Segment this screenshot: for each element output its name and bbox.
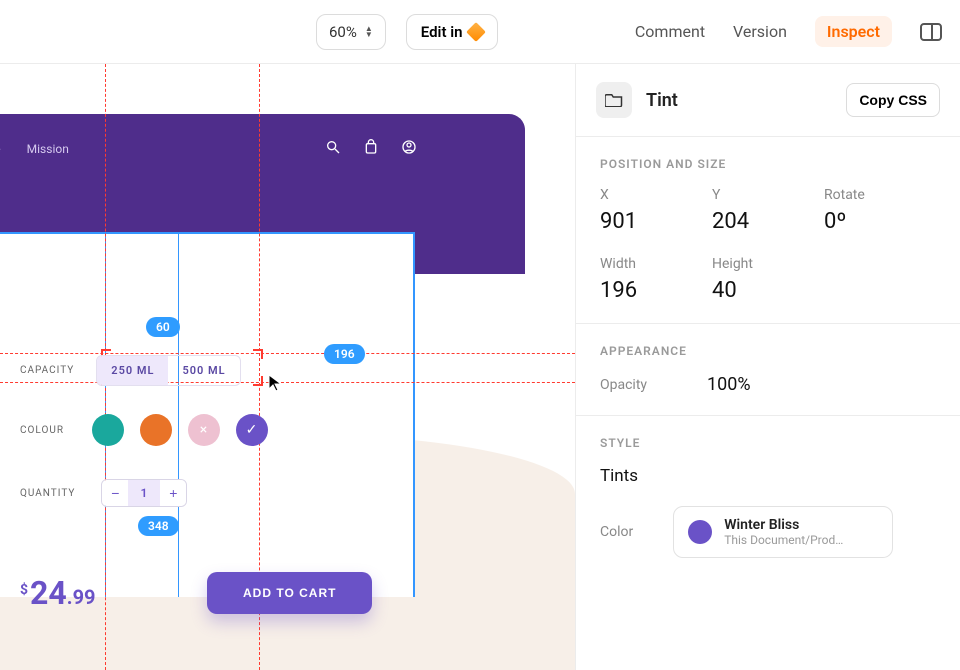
search-icon[interactable] — [325, 139, 341, 155]
measure-badge-top: 60 — [146, 317, 180, 337]
colour-swatch[interactable] — [92, 414, 124, 446]
colour-swatch[interactable] — [140, 414, 172, 446]
color-chip[interactable]: Winter Bliss This Document/Prod… — [673, 506, 893, 558]
opacity-row: Opacity 100% — [600, 374, 936, 395]
prop-width: Width196 — [600, 256, 712, 303]
chip-sub: This Document/Prod… — [724, 533, 843, 547]
tab-comment[interactable]: Comment — [635, 22, 705, 41]
selection-corner — [253, 349, 263, 359]
app-body: rate Mission 60 196 348 CAPACITY 250 ML — [0, 64, 960, 670]
selection-corner — [253, 376, 263, 386]
qty-minus-button[interactable]: − — [102, 480, 128, 506]
hero-nav: rate Mission — [0, 142, 69, 156]
bag-icon[interactable] — [363, 139, 379, 155]
quantity-stepper[interactable]: − 1 + — [101, 479, 187, 507]
capacity-label: CAPACITY — [20, 365, 74, 376]
prop-height: Height40 — [712, 256, 824, 303]
qty-plus-button[interactable]: + — [160, 480, 186, 506]
zoom-control[interactable]: 60% ▲▼ — [316, 14, 386, 50]
measure-badge-bottom: 348 — [138, 516, 179, 536]
edit-label: Edit in — [421, 23, 463, 41]
chip-text: Winter Bliss This Document/Prod… — [724, 517, 843, 547]
add-to-cart-button[interactable]: ADD TO CART — [207, 572, 372, 614]
position-grid: X901 Y204 Rotate0º Width196 Height40 — [600, 187, 936, 303]
copy-css-button[interactable]: Copy CSS — [846, 83, 940, 117]
prop-y: Y204 — [712, 187, 824, 234]
section-title: POSITION AND SIZE — [600, 157, 936, 171]
dual-pane-icon[interactable] — [920, 23, 942, 41]
inspector-header: Tint Copy CSS — [576, 64, 960, 137]
colour-swatch[interactable]: × — [188, 414, 220, 446]
color-dot — [688, 520, 712, 544]
colour-swatches: × ✓ — [92, 414, 268, 446]
prop-x: X901 — [600, 187, 712, 234]
folder-icon — [596, 82, 632, 118]
tab-version[interactable]: Version — [733, 22, 787, 41]
tab-inspect[interactable]: Inspect — [815, 16, 892, 47]
color-label: Color — [600, 524, 633, 540]
quantity-label: QUANTITY — [20, 488, 75, 499]
hero-icons — [325, 139, 417, 155]
measure-badge-width: 196 — [324, 344, 365, 364]
price-currency: $ — [20, 582, 28, 598]
opacity-label: Opacity — [600, 377, 647, 393]
user-icon[interactable] — [401, 139, 417, 155]
nav-item[interactable]: Mission — [27, 142, 69, 156]
capacity-segmented[interactable]: 250 ML 500 ML — [96, 355, 240, 386]
capacity-option[interactable]: 500 ML — [168, 356, 239, 385]
section-title: STYLE — [600, 436, 936, 450]
asset-name: Tint — [646, 90, 678, 111]
color-row: Color Winter Bliss This Document/Prod… — [600, 506, 936, 558]
colour-label: COLOUR — [20, 425, 64, 436]
zoom-value: 60% — [329, 23, 357, 41]
capacity-row: CAPACITY 250 ML 500 ML — [20, 355, 241, 386]
guide-h — [0, 353, 575, 354]
section-position: POSITION AND SIZE X901 Y204 Rotate0º Wid… — [576, 137, 960, 324]
price-major: 24 — [30, 574, 67, 612]
top-tabs: Comment Version Inspect — [635, 16, 960, 47]
capacity-option[interactable]: 250 ML — [97, 356, 168, 385]
colour-row: COLOUR × ✓ — [20, 414, 268, 446]
colour-swatch[interactable]: ✓ — [236, 414, 268, 446]
top-bar: 60% ▲▼ Edit in Comment Version Inspect — [0, 0, 960, 64]
price: $ 24 .99 — [20, 574, 96, 612]
section-appearance: APPEARANCE Opacity 100% — [576, 324, 960, 416]
prop-rotate: Rotate0º — [824, 187, 936, 234]
chip-name: Winter Bliss — [724, 517, 843, 533]
stepper-icon: ▲▼ — [365, 26, 373, 38]
section-title: APPEARANCE — [600, 344, 936, 358]
nav-item[interactable]: rate — [0, 142, 1, 156]
price-minor: .99 — [67, 585, 96, 609]
inspector-panel: Tint Copy CSS POSITION AND SIZE X901 Y20… — [575, 64, 960, 670]
style-value: Tints — [600, 466, 936, 486]
canvas[interactable]: rate Mission 60 196 348 CAPACITY 250 ML — [0, 64, 575, 670]
opacity-value: 100% — [707, 374, 751, 395]
edit-in-button[interactable]: Edit in — [406, 14, 498, 50]
quantity-row: QUANTITY − 1 + — [20, 479, 187, 507]
section-style: STYLE Tints Color Winter Bliss This Docu… — [576, 416, 960, 578]
sketch-icon — [466, 22, 486, 42]
cursor-icon — [268, 374, 282, 392]
qty-value: 1 — [128, 480, 160, 506]
